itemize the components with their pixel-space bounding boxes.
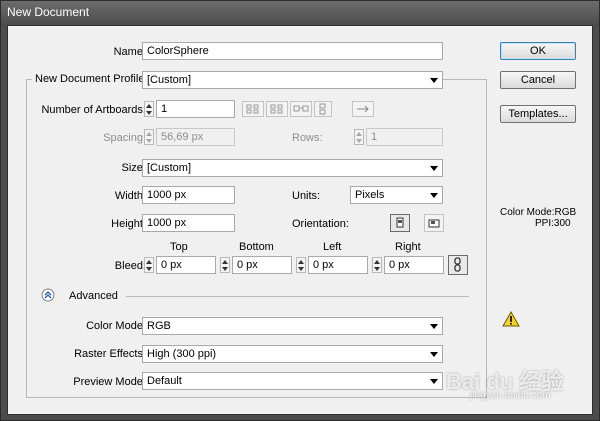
bleed-top-field[interactable]: 0 px (156, 256, 216, 274)
landscape-icon[interactable] (424, 214, 444, 232)
spacing-label: Spacing: (103, 132, 146, 144)
preview-mode-label: Preview Mode: (73, 376, 146, 388)
bleed-bottom-field[interactable]: 0 px (232, 256, 292, 274)
bleed-left-label: Left (323, 241, 342, 253)
bleed-right-label: Right (395, 241, 421, 253)
artboards-field[interactable]: 1 (156, 100, 235, 118)
advanced-divider (126, 296, 469, 297)
grid-by-column-icon[interactable] (266, 101, 288, 117)
orientation-label: Orientation: (292, 218, 349, 230)
bleed-bottom-label: Bottom (239, 241, 274, 253)
cancel-button[interactable]: Cancel (500, 71, 576, 89)
raster-effects-dropdown[interactable]: High (300 ppi) (142, 345, 443, 363)
color-mode-label: Color Mode: (86, 320, 146, 332)
rows-field: 1 (366, 128, 443, 146)
title-bar[interactable]: New Document (1, 1, 599, 23)
portrait-icon[interactable] (390, 214, 410, 232)
bleed-left-field[interactable]: 0 px (308, 256, 368, 274)
chevron-down-icon (430, 193, 438, 198)
ok-button[interactable]: OK (500, 42, 576, 60)
artboards-label: Number of Artboards: (41, 104, 146, 116)
units-value: Pixels (355, 189, 385, 201)
preview-mode-dropdown[interactable]: Default (142, 372, 443, 390)
raster-effects-label: Raster Effects: (74, 348, 146, 360)
preview-mode-value: Default (147, 375, 182, 387)
info-color-mode: Color Mode:RGB (500, 207, 577, 218)
chevron-down-icon (430, 379, 438, 384)
spinner-arrows-icon[interactable] (144, 101, 154, 117)
units-label: Units: (292, 190, 321, 202)
name-field[interactable]: ColorSphere (142, 42, 443, 60)
height-field[interactable]: 1000 px (142, 214, 235, 232)
rows-label: Rows: (292, 132, 323, 144)
chevron-down-icon (430, 324, 438, 329)
height-label: Height: (111, 218, 146, 230)
width-field[interactable]: 1000 px (142, 186, 235, 204)
grid-by-row-icon[interactable] (242, 101, 264, 117)
chevron-down-icon (430, 166, 438, 171)
spinner-arrows-icon[interactable] (296, 257, 306, 273)
bleed-top-label: Top (170, 241, 188, 253)
advanced-label[interactable]: Advanced (69, 290, 118, 302)
profile-dropdown[interactable]: [Custom] (142, 71, 443, 89)
bleed-right-field[interactable]: 0 px (384, 256, 444, 274)
templates-button[interactable]: Templates... (500, 105, 576, 123)
units-dropdown[interactable]: Pixels (350, 186, 443, 204)
spinner-arrows-icon[interactable] (144, 257, 154, 273)
spinner-arrows-icon[interactable] (220, 257, 230, 273)
bleed-label: Bleed: (114, 260, 146, 272)
spinner-arrows-icon (354, 129, 364, 145)
size-value: [Custom] (147, 162, 192, 174)
spacing-field: 56,69 px (156, 128, 235, 146)
chevron-down-icon (430, 78, 438, 83)
dialog-body: Name: ColorSphere New Document Profile: … (7, 25, 593, 415)
warning-triangle-icon (502, 310, 520, 327)
chevron-down-icon (430, 352, 438, 357)
spinner-arrows-icon (144, 129, 154, 145)
window-title: New Document (7, 5, 90, 19)
arrange-by-column-icon[interactable] (314, 101, 332, 117)
profile-label: New Document Profile: (32, 73, 151, 85)
raster-effects-value: High (300 ppi) (147, 348, 217, 360)
watermark-url: jingyan.baidu.com (470, 390, 551, 401)
arrange-by-row-icon[interactable] (290, 101, 312, 117)
chain-link-icon[interactable] (448, 255, 468, 275)
spinner-arrows-icon[interactable] (372, 257, 382, 273)
new-document-dialog: New Document Name: ColorSphere New Docum… (0, 0, 600, 421)
size-dropdown[interactable]: [Custom] (142, 159, 443, 177)
color-mode-value: RGB (147, 320, 171, 332)
profile-value: [Custom] (147, 74, 192, 86)
info-ppi: PPI:300 (535, 218, 571, 229)
chevron-up-circle-icon[interactable] (41, 288, 55, 302)
color-mode-dropdown[interactable]: RGB (142, 317, 443, 335)
change-to-rtl-icon[interactable] (352, 101, 374, 117)
